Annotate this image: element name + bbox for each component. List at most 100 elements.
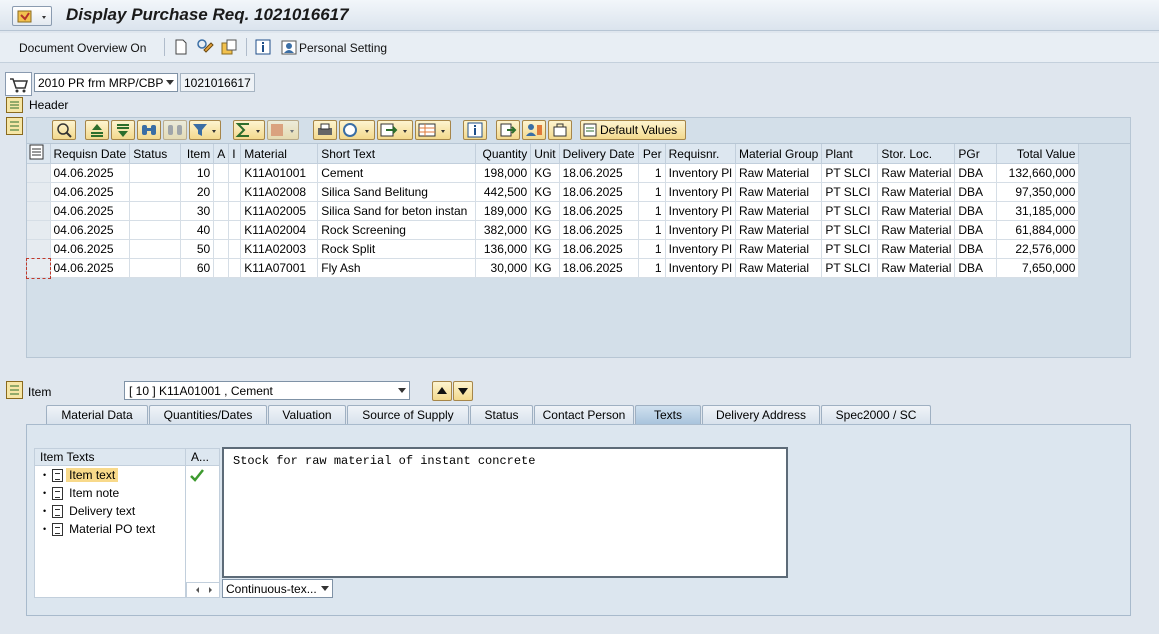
tree-scrollbar[interactable] [186,582,220,598]
tree-item[interactable]: • Item note [35,484,185,502]
table-row[interactable]: 04.06.2025 10 K11A01001 Cement 198,000 KG 18.0… [27,163,1080,183]
tree-item[interactable]: • Item text [35,466,185,484]
info-grid-button[interactable] [463,120,487,140]
find-next-button[interactable] [163,120,187,140]
default-values-icon [583,123,597,137]
column-header[interactable]: Quantity [475,144,532,164]
column-header[interactable]: Plant [821,144,879,164]
sort-descending-button[interactable] [111,120,135,140]
item-text-editor[interactable]: Stock for raw material of instant concre… [222,447,788,578]
table-cell: 1 [638,239,666,259]
sort-ascending-button[interactable] [85,120,109,140]
column-header[interactable]: Short Text [317,144,477,164]
row-selector[interactable] [27,163,51,183]
row-selector[interactable] [27,201,51,221]
document-type-dropdown[interactable]: 2010 PR frm MRP/CBP [34,73,178,92]
collapse-items-icon[interactable] [6,117,23,135]
table-row[interactable]: 04.06.2025 50 K11A02003 Rock Split 136,000 KG… [27,239,1080,259]
document-type-value: 2010 PR frm MRP/CBP [38,76,164,90]
column-header[interactable]: Requisn Date [50,144,131,164]
tab-delivery-address[interactable]: Delivery Address [702,405,820,424]
column-header[interactable]: Status [129,144,182,164]
table-cell: Raw Material [877,258,956,278]
column-header[interactable]: Unit [530,144,560,164]
tree-item[interactable]: • Delivery text [35,502,185,520]
document-number-field[interactable]: 1021016617 [180,73,255,92]
new-document-icon[interactable] [174,39,188,55]
subtotal-button[interactable] [267,120,299,140]
table-cell: 1 [638,220,666,240]
table-row[interactable]: 04.06.2025 30 K11A02005 Silica Sand for bet… [27,201,1080,221]
shopping-cart-icon[interactable] [5,72,32,96]
column-header[interactable]: Item [180,144,215,164]
column-header[interactable]: I [228,144,242,164]
row-selector[interactable] [27,220,51,240]
document-icon [52,522,64,536]
select-all-cell[interactable] [27,144,51,164]
table-cell: Raw Material [877,182,956,202]
personal-setting-button[interactable]: Personal Setting [299,41,387,55]
tab-contact-person[interactable]: Contact Person [534,405,634,424]
document-overview-button[interactable]: Document Overview On [19,41,146,55]
table-cell: Inventory Pl [665,163,736,183]
assign-button[interactable] [522,120,546,140]
release-button[interactable] [548,120,572,140]
total-button[interactable] [233,120,265,140]
table-row[interactable]: 04.06.2025 40 K11A02004 Rock Screening 382,0… [27,220,1080,240]
chevron-down-icon [321,586,329,591]
table-cell: Inventory Pl [665,239,736,259]
column-header[interactable]: Per [638,144,666,164]
table-cell: 136,000 [475,239,532,259]
expand-header-icon[interactable] [6,97,23,113]
next-item-button[interactable] [453,381,473,401]
table-cell: PT SLCI [821,220,879,240]
tab-quantities-dates[interactable]: Quantities/Dates [149,405,267,424]
table-cell: KG [530,239,560,259]
table-row[interactable]: 04.06.2025 20 K11A02008 Silica Sand Belitun… [27,182,1080,202]
personal-setting-icon[interactable] [281,38,297,56]
tab-material-data[interactable]: Material Data [46,405,148,424]
table-cell: 04.06.2025 [50,201,131,221]
table-cell [213,239,230,259]
collapse-item-detail-icon[interactable] [6,381,23,399]
tree-item[interactable]: • Material PO text [35,520,185,538]
details-button[interactable] [52,120,76,140]
other-document-icon[interactable] [220,38,238,56]
tab-valuation[interactable]: Valuation [268,405,346,424]
column-header[interactable]: Material [240,144,319,164]
filter-button[interactable] [189,120,221,140]
system-menu-button[interactable] [12,6,52,26]
table-cell [228,182,242,202]
layout-button[interactable] [415,120,451,140]
export-button[interactable] [377,120,413,140]
default-values-button[interactable]: Default Values [580,120,686,140]
column-header[interactable]: Stor. Loc. [877,144,956,164]
tab-source-of-supply[interactable]: Source of Supply [347,405,469,424]
row-selector[interactable] [27,182,51,202]
item-dropdown[interactable]: [ 10 ] K11A01001 , Cement [124,381,410,400]
print-button[interactable] [313,120,337,140]
table-cell: 442,500 [475,182,532,202]
document-icon [52,504,64,518]
find-button[interactable] [137,120,161,140]
previous-item-button[interactable] [432,381,452,401]
table-cell: DBA [954,201,998,221]
column-header[interactable]: Material Group [735,144,823,164]
views-button[interactable] [339,120,375,140]
column-header[interactable]: PGr [954,144,998,164]
copy-item-button[interactable] [496,120,520,140]
tab-texts[interactable]: Texts [635,405,701,424]
column-header[interactable]: Total Value [996,144,1080,164]
table-row[interactable]: 04.06.2025 60 K11A07001 Fly Ash 30,000 KG 18.0… [26,257,1080,279]
text-format-dropdown[interactable]: Continuous-tex... [222,579,333,598]
row-selector[interactable] [26,257,51,279]
info-icon[interactable] [255,39,271,55]
column-header[interactable]: Requisnr. [665,144,736,164]
display-change-icon[interactable] [196,38,214,56]
checkmark-icon [190,469,204,482]
column-header[interactable]: A [213,144,230,164]
tab-status[interactable]: Status [470,405,533,424]
row-selector[interactable] [27,239,51,259]
tab-spec2000-sc[interactable]: Spec2000 / SC [821,405,931,424]
column-header[interactable]: Delivery Date [559,144,639,164]
